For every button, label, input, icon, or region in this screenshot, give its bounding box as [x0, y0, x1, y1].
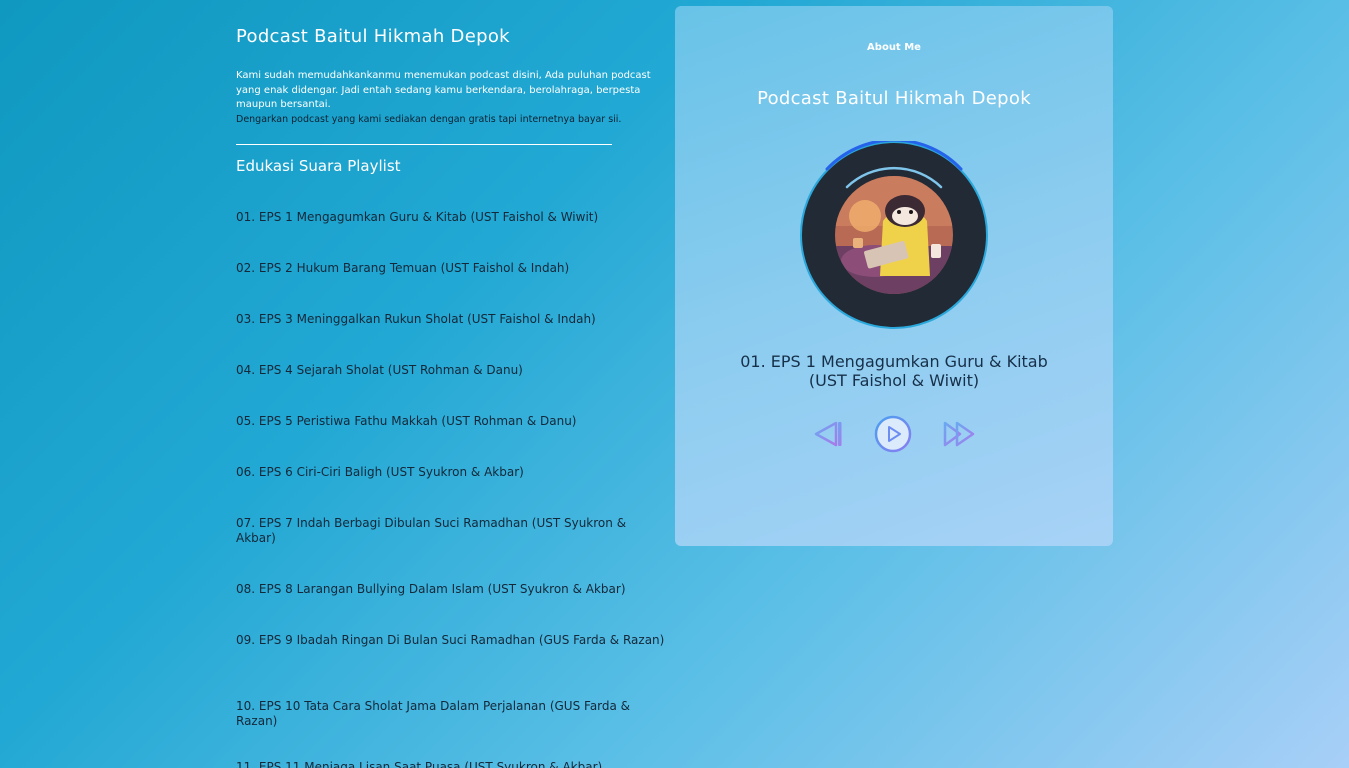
playlist-item[interactable]: 04. EPS 4 Sejarah Sholat (UST Rohman & D…: [236, 363, 666, 378]
intro-text: Kami sudah memudahkankanmu menemukan pod…: [236, 70, 651, 110]
playlist-item[interactable]: 09. EPS 9 Ibadah Ringan Di Bulan Suci Ra…: [236, 633, 666, 648]
album-disc: [800, 141, 988, 329]
playlist-item[interactable]: 01. EPS 1 Mengagumkan Guru & Kitab (UST …: [236, 210, 666, 225]
player-card: About Me Podcast Baitul Hikmah Depok 01.…: [675, 6, 1113, 546]
cover-image: [835, 176, 953, 294]
section-divider: [236, 143, 612, 145]
prev-button[interactable]: [808, 414, 848, 454]
about-me-heading: About Me: [867, 42, 921, 53]
playlist-item[interactable]: 03. EPS 3 Meninggalkan Rukun Sholat (UST…: [236, 312, 666, 327]
site-title: Podcast Baitul Hikmah Depok: [236, 26, 510, 47]
skip-back-icon: [814, 421, 842, 447]
playlist-item[interactable]: 05. EPS 5 Peristiwa Fathu Makkah (UST Ro…: [236, 414, 666, 429]
now-playing-title: 01. EPS 1 Mengagumkan Guru & Kitab (UST …: [740, 352, 1048, 390]
playlist-item[interactable]: 06. EPS 6 Ciri-Ciri Baligh (UST Syukron …: [236, 465, 666, 480]
player-title: Podcast Baitul Hikmah Depok: [757, 88, 1031, 109]
playlist-item[interactable]: 08. EPS 8 Larangan Bullying Dalam Islam …: [236, 582, 666, 597]
intro-text-note: Dengarkan podcast yang kami sediakan den…: [236, 113, 622, 125]
player-controls: [675, 414, 1113, 454]
play-icon: [874, 415, 912, 453]
intro-section: Podcast Baitul Hikmah Depok Kami sudah m…: [236, 26, 666, 175]
playlist-item[interactable]: 07. EPS 7 Indah Berbagi Dibulan Suci Ram…: [236, 516, 666, 546]
skip-forward-icon: [943, 421, 975, 447]
playlist-item[interactable]: 11. EPS 11 Menjaga Lisan Saat Puasa (UST…: [236, 760, 666, 768]
next-button[interactable]: [939, 414, 979, 454]
playlist-title: Edukasi Suara Playlist: [236, 156, 401, 175]
playlist-item[interactable]: 02. EPS 2 Hukum Barang Temuan (UST Faish…: [236, 261, 666, 276]
playlist-item[interactable]: 10. EPS 10 Tata Cara Sholat Jama Dalam P…: [236, 699, 666, 729]
play-button[interactable]: [873, 414, 913, 454]
